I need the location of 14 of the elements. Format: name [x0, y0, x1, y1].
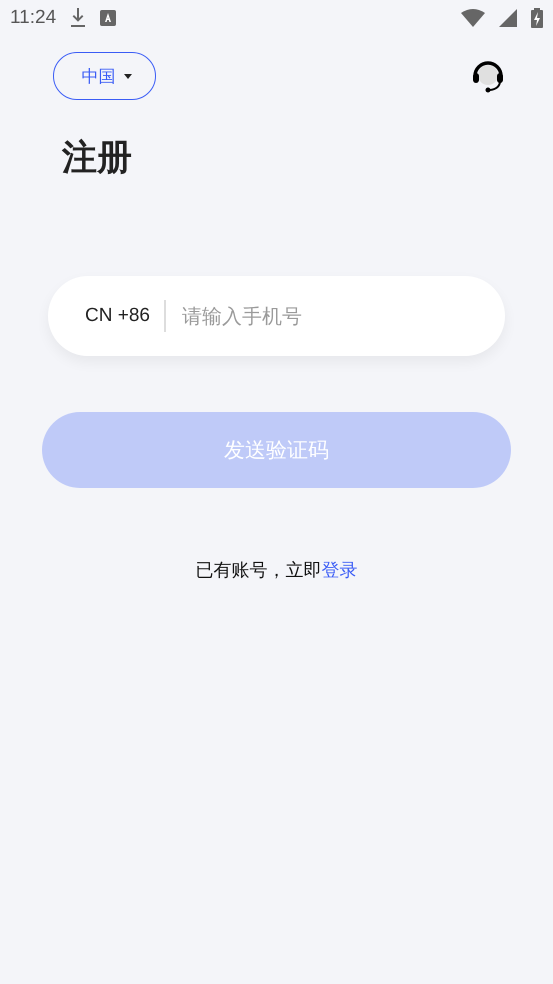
login-link[interactable]: 登录: [322, 558, 358, 582]
region-selector[interactable]: 中国: [53, 52, 156, 100]
caret-icon: [124, 74, 132, 78]
page-title: 注册: [62, 137, 133, 180]
headset-icon[interactable]: [471, 59, 505, 93]
wifi-icon: [461, 9, 485, 27]
download-icon: [70, 8, 86, 28]
status-time: 11:24: [10, 7, 56, 29]
signal-icon: [499, 9, 517, 27]
country-code: CN +86: [85, 305, 150, 327]
keyboard-icon: [100, 10, 116, 26]
phone-input[interactable]: 请输入手机号: [180, 303, 505, 329]
battery-icon: [531, 8, 543, 28]
login-prompt: 已有账号，立即: [196, 559, 322, 582]
